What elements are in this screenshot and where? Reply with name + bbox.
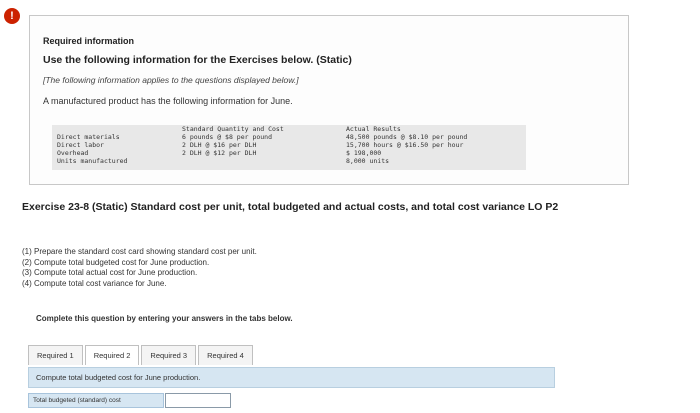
table-actual-column: Actual Results 48,500 pounds @ $8.10 per… (346, 125, 467, 165)
answer-label: Total budgeted (standard) cost (28, 393, 164, 408)
cost-information-table: Direct materials Direct labor Overhead U… (52, 125, 526, 170)
alert-icon: ! (4, 8, 20, 24)
table-standard-column: Standard Quantity and Cost 6 pounds @ $8… (182, 125, 284, 157)
row-label: Units manufactured (57, 157, 128, 165)
info-heading: Required information (43, 36, 135, 46)
instructions-text: Complete this question by entering your … (36, 314, 293, 323)
info-intro: A manufactured product has the following… (43, 96, 293, 106)
info-note: [The following information applies to th… (43, 75, 299, 85)
standard-header: Standard Quantity and Cost (182, 125, 284, 133)
exercise-title: Exercise 23-8 (Static) Standard cost per… (22, 201, 559, 213)
row-label: Direct materials (57, 133, 120, 141)
tab-required-3[interactable]: Required 3 (141, 345, 197, 365)
standard-cell: 2 DLH @ $16 per DLH (182, 141, 257, 149)
actual-cell: 48,500 pounds @ $8.10 per pound (346, 133, 468, 141)
actual-cell: 15,700 hours @ $16.50 per hour (346, 141, 464, 149)
required-information-box: Required information Use the following i… (29, 15, 629, 185)
standard-cell: 2 DLH @ $12 per DLH (182, 149, 257, 157)
row-label: Overhead (57, 149, 89, 157)
task-item: (3) Compute total actual cost for June p… (22, 268, 198, 277)
info-subheading: Use the following information for the Ex… (43, 54, 352, 66)
actual-cell: $ 198,000 (346, 149, 382, 157)
standard-cell: 6 pounds @ $8 per pound (182, 133, 273, 141)
row-label: Direct labor (57, 141, 104, 149)
actual-header: Actual Results (346, 125, 401, 133)
tab-required-1[interactable]: Required 1 (28, 345, 83, 365)
task-item: (2) Compute total budgeted cost for June… (22, 257, 210, 267)
task-item: (4) Compute total cost variance for June… (22, 278, 167, 288)
question-prompt: Compute total budgeted cost for June pro… (28, 367, 555, 388)
tab-required-2[interactable]: Required 2 (84, 345, 140, 365)
actual-cell: 8,000 units (346, 157, 390, 165)
task-item: (1) Prepare the standard cost card showi… (22, 247, 257, 256)
required-tabs: Required 1 Required 2 Required 3 Require… (28, 345, 255, 365)
table-label-column: Direct materials Direct labor Overhead U… (57, 133, 127, 165)
answer-row: Total budgeted (standard) cost (28, 393, 231, 408)
total-budgeted-cost-input[interactable] (165, 393, 231, 408)
tab-required-4[interactable]: Required 4 (198, 345, 253, 365)
task-list: (1) Prepare the standard cost card showi… (22, 247, 257, 289)
